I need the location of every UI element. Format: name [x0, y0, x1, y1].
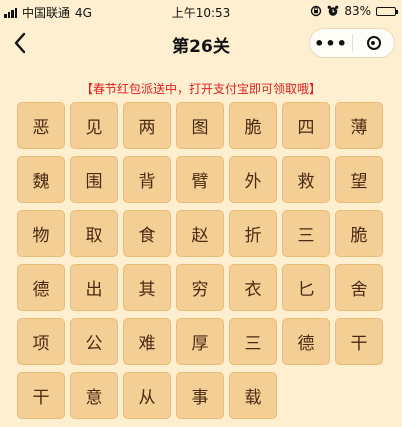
character-tile[interactable]: 见 [70, 102, 118, 149]
character-tile[interactable]: 物 [17, 210, 65, 257]
close-mini-program-button[interactable] [353, 29, 394, 57]
alarm-clock-icon [328, 5, 339, 16]
character-tile[interactable]: 意 [70, 372, 118, 419]
character-tile[interactable]: 外 [229, 156, 277, 203]
character-tile[interactable]: 干 [335, 318, 383, 365]
character-tile[interactable]: 背 [123, 156, 171, 203]
character-tile[interactable]: 从 [123, 372, 171, 419]
character-tile[interactable]: 事 [176, 372, 224, 419]
mini-program-capsule: ••• [309, 28, 395, 58]
status-bar: 中国联通 4G 上午10:53 83% [0, 0, 402, 22]
character-tile[interactable]: 干 [17, 372, 65, 419]
nav-bar: 第26关 ••• [0, 22, 402, 64]
character-tile[interactable]: 厚 [176, 318, 224, 365]
orientation-lock-icon [311, 5, 322, 17]
character-tile[interactable]: 魏 [17, 156, 65, 203]
character-tile[interactable]: 图 [176, 102, 224, 149]
battery-icon [376, 6, 398, 16]
more-menu-button[interactable]: ••• [310, 29, 352, 57]
character-tile[interactable]: 匕 [282, 264, 330, 311]
character-tile[interactable]: 项 [17, 318, 65, 365]
character-tile[interactable]: 赵 [176, 210, 224, 257]
character-tile[interactable]: 四 [282, 102, 330, 149]
character-tile[interactable]: 难 [123, 318, 171, 365]
promo-banner: 【春节红包派送中，打开支付宝即可领取哦】 [80, 82, 321, 96]
target-icon [366, 36, 381, 50]
character-tile[interactable]: 食 [123, 210, 171, 257]
character-tile[interactable]: 折 [229, 210, 277, 257]
character-tile[interactable]: 公 [70, 318, 118, 365]
character-tile[interactable]: 德 [17, 264, 65, 311]
character-tile[interactable]: 望 [335, 156, 383, 203]
character-tile[interactable]: 救 [282, 156, 330, 203]
character-tile[interactable]: 臂 [176, 156, 224, 203]
character-tile[interactable]: 薄 [335, 102, 383, 149]
character-tile[interactable]: 出 [70, 264, 118, 311]
character-tile[interactable]: 舍 [335, 264, 383, 311]
character-tile[interactable]: 三 [229, 318, 277, 365]
character-tile[interactable]: 德 [282, 318, 330, 365]
more-dots-icon: ••• [314, 33, 348, 53]
character-tile[interactable]: 围 [70, 156, 118, 203]
character-tile[interactable]: 三 [282, 210, 330, 257]
character-grid: 恶见两图脆四薄魏围背臂外救望物取食赵折三脆德出其穷衣匕舍项公难厚三德干干意从事载 [17, 102, 383, 419]
character-tile[interactable]: 载 [229, 372, 277, 419]
character-tile[interactable]: 衣 [229, 264, 277, 311]
character-tile[interactable]: 脆 [229, 102, 277, 149]
character-tile[interactable]: 取 [70, 210, 118, 257]
status-right: 83% [310, 4, 398, 18]
character-tile[interactable]: 其 [123, 264, 171, 311]
battery-percent: 83% [344, 4, 371, 18]
character-tile[interactable]: 脆 [335, 210, 383, 257]
character-tile[interactable]: 穷 [176, 264, 224, 311]
character-tile[interactable]: 两 [123, 102, 171, 149]
character-tile[interactable]: 恶 [17, 102, 65, 149]
